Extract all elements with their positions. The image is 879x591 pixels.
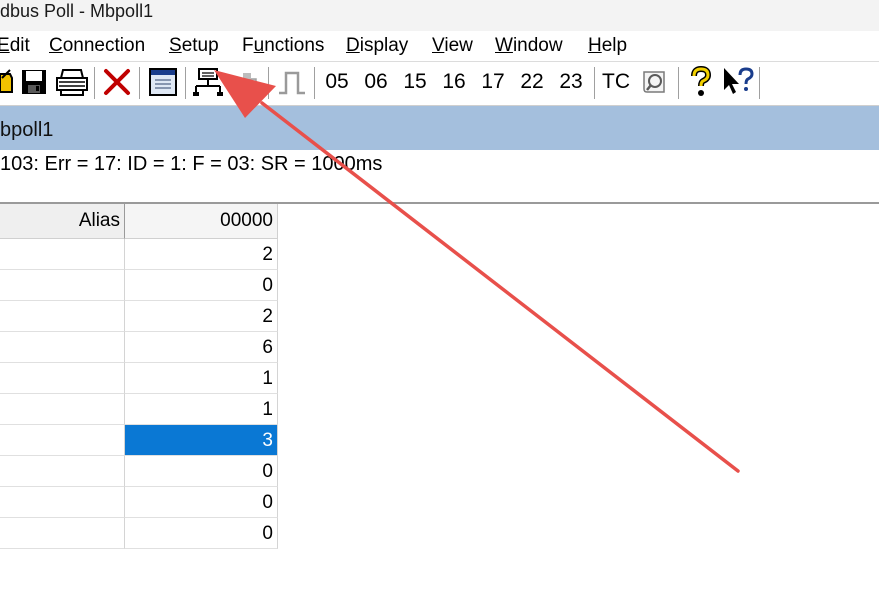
table-row[interactable]: 0 — [0, 518, 279, 549]
selected-value-cell[interactable]: 3 — [125, 425, 278, 456]
device-icon[interactable] — [230, 65, 264, 99]
value-cell[interactable]: 2 — [125, 239, 278, 270]
toolbar-separator — [759, 67, 761, 99]
table-row[interactable]: 1 — [0, 394, 279, 425]
toolbar-separator — [678, 67, 680, 99]
alias-cell[interactable] — [0, 456, 125, 487]
table-row[interactable]: 0 — [0, 487, 279, 518]
title-bar: dbus Poll - Mbpoll1 — [0, 0, 879, 31]
alias-cell[interactable] — [0, 394, 125, 425]
menu-edit[interactable]: Edit — [0, 35, 30, 57]
alias-cell[interactable] — [0, 332, 125, 363]
menu-connection[interactable]: Connection — [49, 35, 145, 57]
table-row[interactable]: 6 — [0, 332, 279, 363]
document-title: bpoll1 — [0, 119, 54, 141]
menu-functions[interactable]: Functions — [242, 35, 324, 57]
alias-cell[interactable] — [0, 239, 125, 270]
function-15-button[interactable]: 15 — [398, 65, 432, 99]
menu-window[interactable]: Window — [495, 35, 563, 57]
function-05-button[interactable]: 05 — [320, 65, 354, 99]
value-cell[interactable]: 1 — [125, 363, 278, 394]
connect-icon[interactable] — [191, 65, 225, 99]
context-help-icon[interactable] — [720, 65, 756, 99]
alias-cell[interactable] — [0, 301, 125, 332]
function-22-button[interactable]: 22 — [515, 65, 549, 99]
toolbar-separator — [594, 67, 596, 99]
table-row[interactable]: 1 — [0, 363, 279, 394]
toolbar-separator — [185, 67, 187, 99]
menu-setup[interactable]: Setup — [169, 35, 219, 57]
menu-help[interactable]: Help — [588, 35, 627, 57]
toolbar-separator — [268, 67, 270, 99]
pulse-icon[interactable] — [274, 65, 310, 99]
toolbar: 05 06 15 16 17 22 23 TC — [0, 61, 879, 106]
table-row[interactable]: 2 — [0, 239, 279, 270]
value-cell[interactable]: 6 — [125, 332, 278, 363]
menu-bar: Edit Connection Setup Functions Display … — [0, 31, 879, 61]
value-cell[interactable]: 0 — [125, 270, 278, 301]
status-text: 103: Err = 17: ID = 1: F = 03: SR = 1000… — [0, 153, 383, 175]
menu-view[interactable]: View — [432, 35, 473, 57]
toolbar-separator — [314, 67, 316, 99]
value-cell[interactable]: 0 — [125, 518, 278, 549]
window-icon[interactable] — [145, 65, 181, 99]
function-16-button[interactable]: 16 — [437, 65, 471, 99]
save-icon[interactable] — [18, 65, 50, 99]
alias-cell[interactable] — [0, 270, 125, 301]
traffic-tc-button[interactable]: TC — [599, 65, 633, 99]
delete-x-icon[interactable] — [100, 65, 134, 99]
value-cell[interactable]: 0 — [125, 487, 278, 518]
monitor-scroll-icon[interactable] — [637, 65, 673, 99]
window-title: dbus Poll - Mbpoll1 — [0, 1, 154, 21]
status-panel: 103: Err = 17: ID = 1: F = 03: SR = 1000… — [0, 150, 879, 204]
document-title-bar[interactable]: bpoll1 — [0, 106, 879, 150]
open-icon[interactable] — [0, 65, 14, 99]
table-row[interactable]: 0 — [0, 270, 279, 301]
alias-cell[interactable] — [0, 425, 125, 456]
value-column-header[interactable]: 00000 — [125, 204, 278, 239]
table-row[interactable]: 3 — [0, 425, 279, 456]
function-17-button[interactable]: 17 — [476, 65, 510, 99]
value-cell[interactable]: 2 — [125, 301, 278, 332]
toolbar-separator — [94, 67, 96, 99]
print-icon[interactable] — [54, 65, 90, 99]
table-row[interactable]: 0 — [0, 456, 279, 487]
function-06-button[interactable]: 06 — [359, 65, 393, 99]
menu-display[interactable]: Display — [346, 35, 408, 57]
value-cell[interactable]: 0 — [125, 456, 278, 487]
function-23-button[interactable]: 23 — [554, 65, 588, 99]
alias-column-header[interactable]: Alias — [0, 204, 125, 239]
alias-cell[interactable] — [0, 487, 125, 518]
table-row[interactable]: 2 — [0, 301, 279, 332]
alias-cell[interactable] — [0, 518, 125, 549]
help-icon[interactable] — [684, 65, 716, 99]
alias-cell[interactable] — [0, 363, 125, 394]
value-cell[interactable]: 1 — [125, 394, 278, 425]
toolbar-separator — [139, 67, 141, 99]
